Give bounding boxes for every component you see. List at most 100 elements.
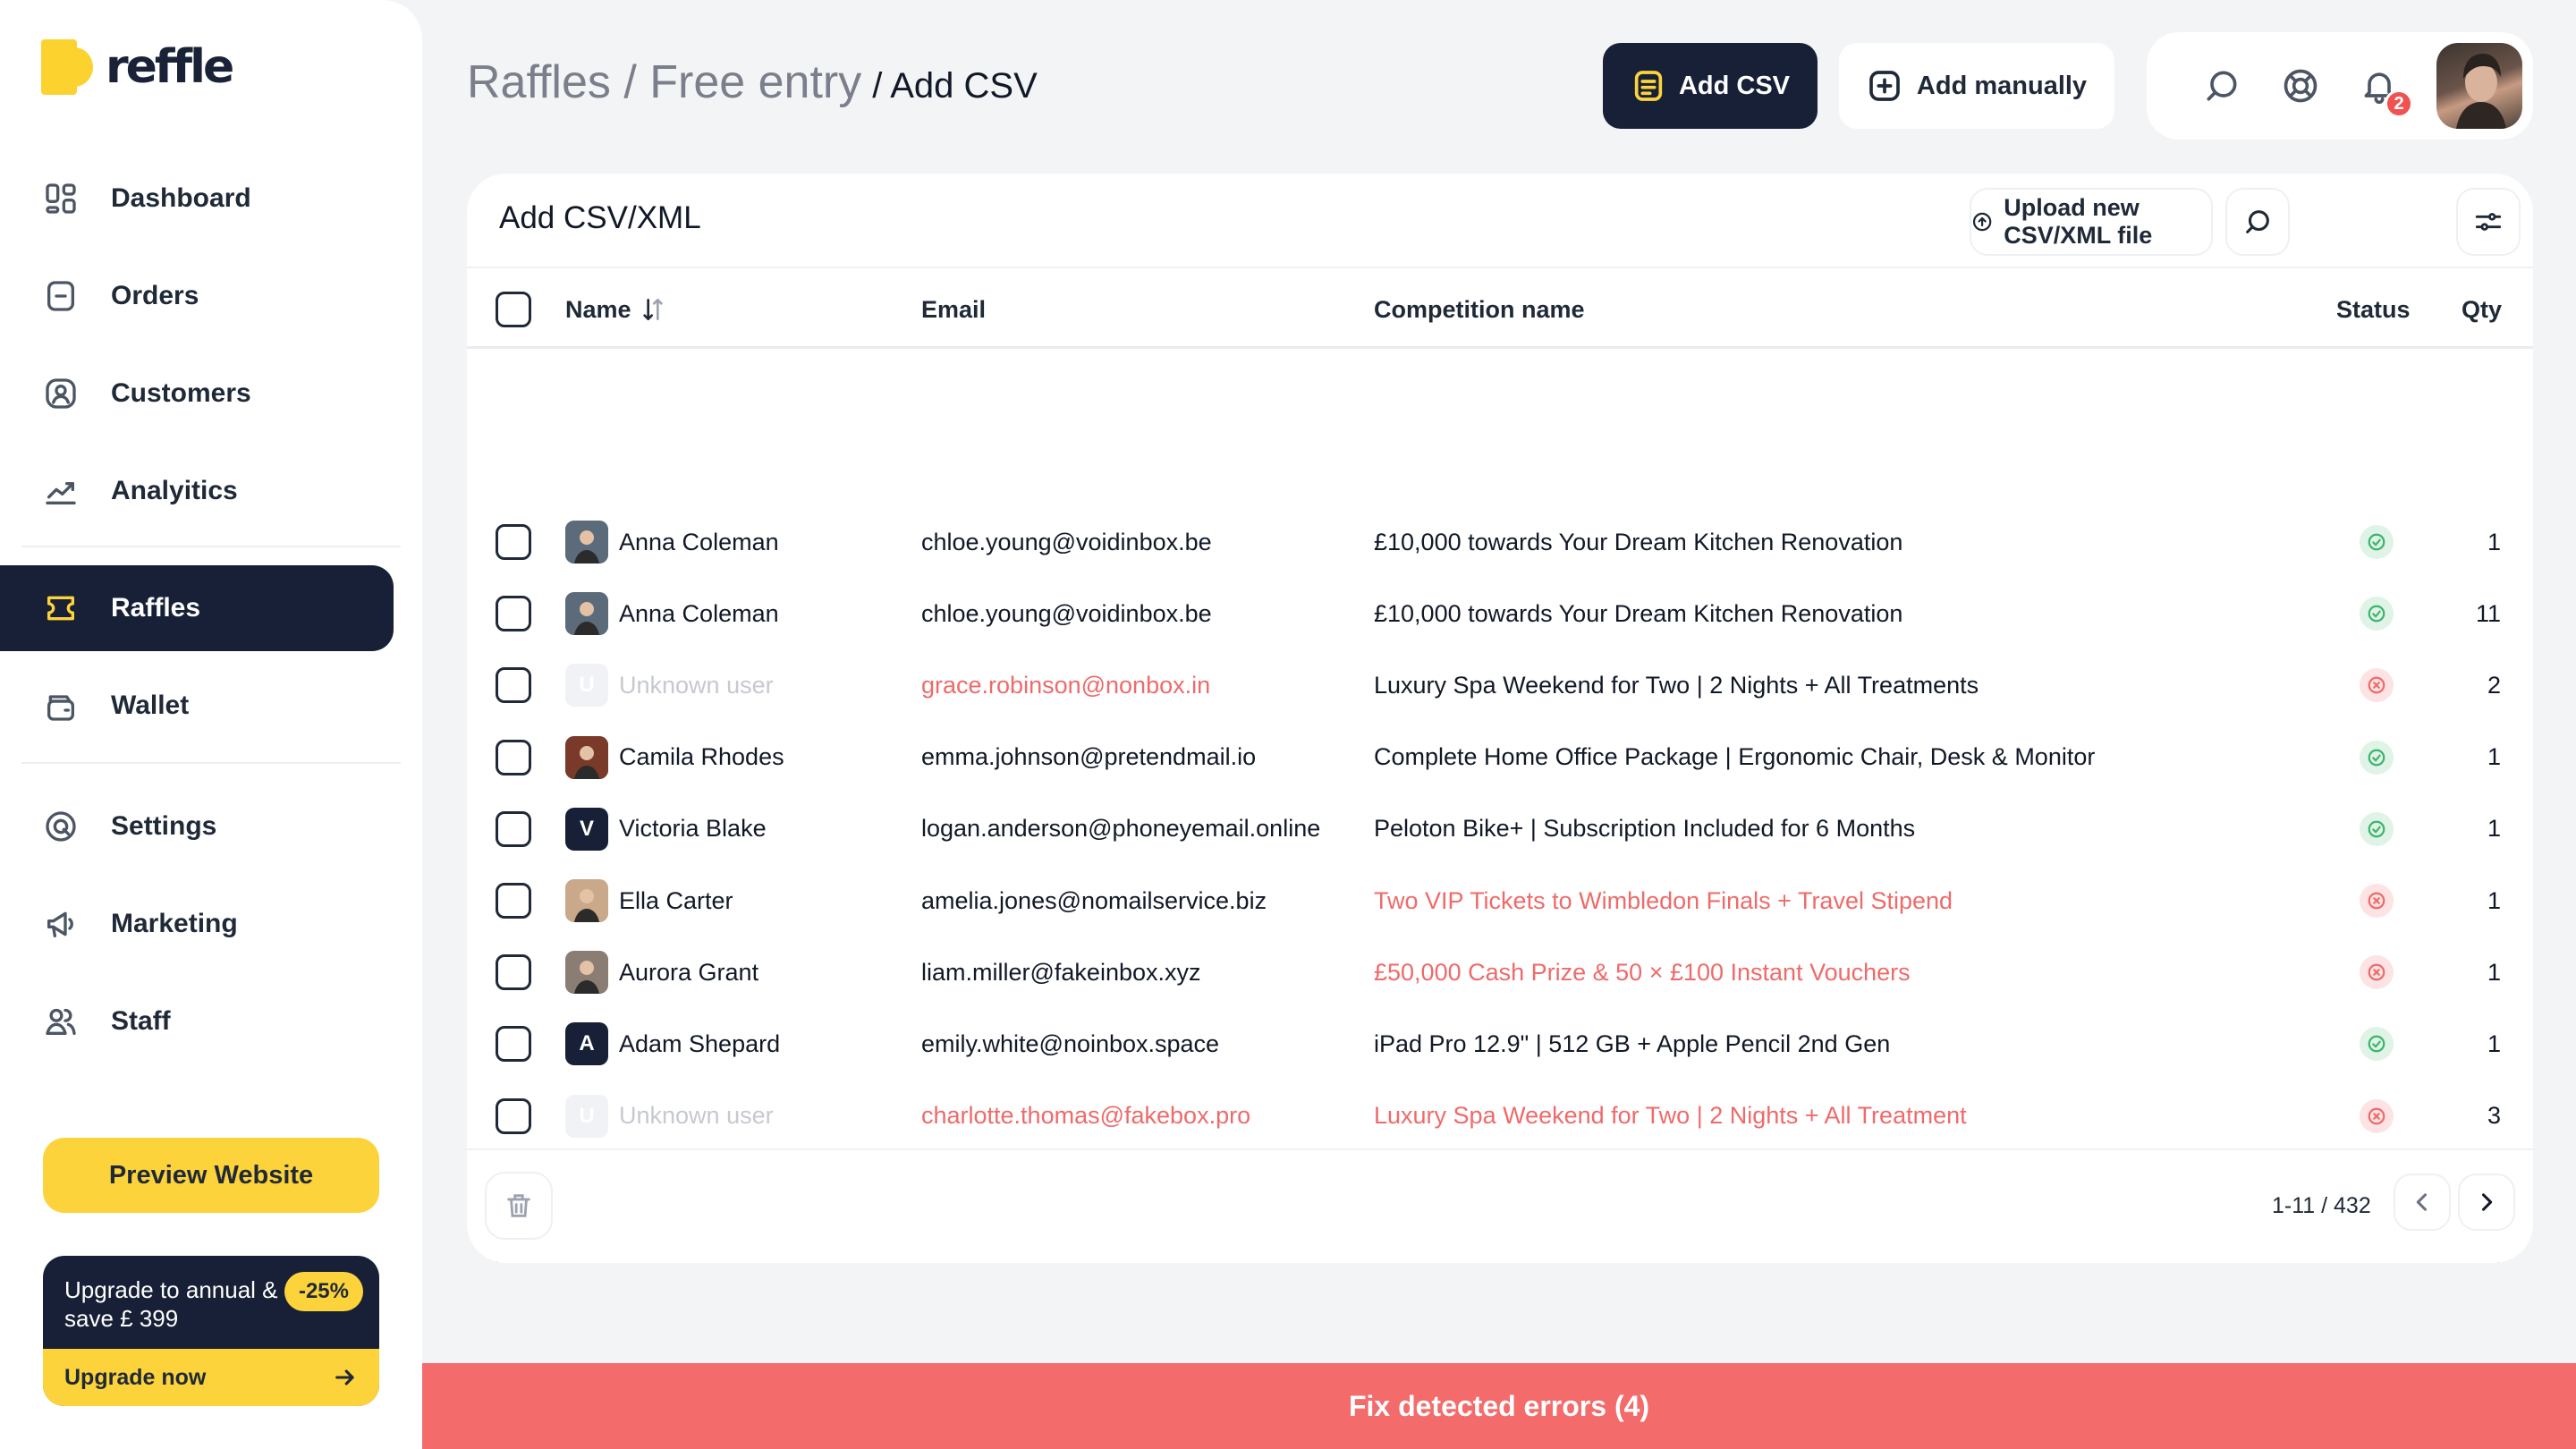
sidebar-item-analyitics[interactable]: Analyitics bbox=[21, 448, 394, 534]
add-csv-button[interactable]: Add CSV bbox=[1603, 43, 1818, 129]
breadcrumb-current: / Add CSV bbox=[872, 66, 1038, 106]
table-row[interactable]: Ella Carter amelia.jones@nomailservice.bi… bbox=[467, 865, 2533, 936]
upload-icon bbox=[1972, 212, 1992, 232]
row-checkbox[interactable] bbox=[496, 506, 531, 578]
row-checkbox[interactable] bbox=[496, 1008, 531, 1080]
table-footer: 1-11 / 432 bbox=[467, 1148, 2533, 1263]
row-checkbox[interactable] bbox=[496, 936, 531, 1008]
raffles-icon bbox=[43, 590, 79, 626]
orders-icon bbox=[43, 278, 79, 314]
sidebar-item-dashboard[interactable]: Dashboard bbox=[21, 156, 394, 242]
sidebar-item-marketing[interactable]: Marketing bbox=[21, 881, 394, 967]
user-avatar[interactable] bbox=[2436, 43, 2522, 129]
sidebar-item-label: Wallet bbox=[111, 691, 190, 720]
customer-name: Ella Carter bbox=[565, 865, 733, 936]
sidebar-item-customers[interactable]: Customers bbox=[21, 351, 394, 436]
table-search-button[interactable] bbox=[2225, 188, 2290, 256]
upgrade-text: Upgrade to annual & save £ 399 bbox=[64, 1276, 278, 1332]
discount-badge: -25% bbox=[284, 1272, 363, 1311]
column-name[interactable]: Name bbox=[565, 268, 667, 351]
upgrade-now-button[interactable]: Upgrade now bbox=[43, 1349, 379, 1406]
customer-email: logan.anderson@phoneyemail.online bbox=[921, 815, 1321, 843]
check-circle-icon bbox=[2368, 533, 2385, 551]
pagination-range: 1-11 / 432 bbox=[2272, 1193, 2371, 1218]
error-circle-icon bbox=[2368, 677, 2385, 694]
customer-name: Anna Coleman bbox=[565, 578, 779, 649]
add-csv-label: Add CSV bbox=[1678, 71, 1791, 100]
table-row[interactable]: A Adam Shepard emily.white@noinbox.space iP… bbox=[467, 1008, 2533, 1080]
breadcrumb: Raffles / Free entry / Add CSV bbox=[467, 55, 1038, 109]
sidebar-item-orders[interactable]: Orders bbox=[21, 253, 394, 339]
avatar bbox=[565, 879, 608, 922]
brand-logo[interactable]: reffle bbox=[41, 39, 234, 95]
sidebar-item-label: Dashboard bbox=[111, 183, 251, 213]
competition-name: £50,000 Cash Prize & 50 × £100 Instant V… bbox=[1374, 958, 1911, 986]
quantity: 1 bbox=[2487, 743, 2501, 771]
add-manually-button[interactable]: Add manually bbox=[1839, 43, 2114, 129]
table-row[interactable]: Aurora Grant liam.miller@fakeinbox.xyz £50… bbox=[467, 936, 2533, 1008]
next-page-button[interactable] bbox=[2458, 1174, 2515, 1231]
error-circle-icon bbox=[2368, 963, 2385, 981]
customer-email: chloe.young@voidinbox.be bbox=[921, 528, 1212, 555]
card-title: Add CSV/XML bbox=[499, 200, 701, 235]
trash-icon bbox=[507, 1194, 530, 1217]
table-row[interactable]: U Unknown user grace.robinson@nonbox.in Lux… bbox=[467, 649, 2533, 721]
previous-page-button[interactable] bbox=[2394, 1174, 2451, 1231]
status-badge bbox=[2360, 1080, 2394, 1152]
status-badge bbox=[2360, 722, 2394, 793]
row-checkbox[interactable] bbox=[496, 722, 531, 793]
sidebar-item-settings[interactable]: Settings bbox=[21, 784, 394, 869]
arrow-right-icon bbox=[335, 1369, 354, 1385]
customer-email: emily.white@noinbox.space bbox=[921, 1030, 1220, 1057]
search-button[interactable] bbox=[2195, 59, 2249, 113]
select-all-checkbox[interactable] bbox=[496, 268, 531, 351]
row-checkbox[interactable] bbox=[496, 1080, 531, 1152]
csv-file-icon bbox=[1634, 71, 1663, 101]
notification-count-badge: 2 bbox=[2385, 89, 2413, 118]
delete-button[interactable] bbox=[485, 1172, 553, 1240]
user-photo-icon bbox=[2456, 54, 2506, 129]
fix-errors-button[interactable]: Fix detected errors (4) bbox=[422, 1363, 2576, 1449]
row-checkbox[interactable] bbox=[496, 578, 531, 649]
customer-email: charlotte.thomas@fakebox.pro bbox=[921, 1102, 1251, 1130]
column-status[interactable]: Status bbox=[2336, 268, 2411, 351]
lifebuoy-icon bbox=[2284, 69, 2318, 103]
notifications-button[interactable]: 2 bbox=[2352, 59, 2413, 118]
sidebar-item-label: Analyitics bbox=[111, 476, 238, 505]
avatar: U bbox=[565, 1094, 608, 1138]
filter-button[interactable] bbox=[2456, 188, 2521, 256]
breadcrumb-parent[interactable]: Raffles / Free entry bbox=[467, 55, 861, 109]
row-checkbox[interactable] bbox=[496, 865, 531, 936]
error-circle-icon bbox=[2368, 892, 2385, 910]
column-qty[interactable]: Qty bbox=[2462, 268, 2502, 351]
logo-mark-icon bbox=[41, 39, 93, 95]
table-row[interactable]: Anna Coleman chloe.young@voidinbox.be £10,… bbox=[467, 578, 2533, 649]
search-icon bbox=[2246, 210, 2269, 233]
chevron-left-icon bbox=[2416, 1193, 2428, 1211]
upload-file-button[interactable]: Upload new CSV/XML file bbox=[1970, 188, 2213, 256]
sidebar-item-raffles[interactable]: Raffles bbox=[0, 565, 394, 651]
sidebar-item-wallet[interactable]: Wallet bbox=[21, 663, 394, 749]
staff-icon bbox=[43, 1004, 79, 1039]
quantity: 11 bbox=[2475, 599, 2501, 627]
competition-name: Two VIP Tickets to Wimbledon Finals + Tr… bbox=[1374, 886, 1953, 914]
row-checkbox[interactable] bbox=[496, 649, 531, 721]
table-row[interactable]: U Unknown user charlotte.thomas@fakebox.pr… bbox=[467, 1080, 2533, 1152]
table-row[interactable]: Anna Coleman chloe.young@voidinbox.be £10,… bbox=[467, 506, 2533, 578]
column-competition[interactable]: Competition name bbox=[1374, 268, 1585, 351]
customer-email: grace.robinson@nonbox.in bbox=[921, 671, 1211, 699]
preview-website-button[interactable]: Preview Website bbox=[43, 1138, 379, 1213]
upload-file-label: Upload new CSV/XML file bbox=[2004, 194, 2153, 249]
filter-sliders-icon bbox=[2475, 213, 2502, 231]
brand-name: reffle bbox=[106, 40, 234, 94]
avatar bbox=[565, 592, 608, 636]
sidebar-item-label: Staff bbox=[111, 1006, 171, 1036]
column-email[interactable]: Email bbox=[921, 268, 986, 351]
header-tools: 2 bbox=[2147, 32, 2533, 140]
sidebar-item-staff[interactable]: Staff bbox=[21, 979, 394, 1064]
table-row[interactable]: Camila Rhodes emma.johnson@pretendmail.io… bbox=[467, 722, 2533, 793]
customer-email: liam.miller@fakeinbox.xyz bbox=[921, 958, 1201, 986]
help-button[interactable] bbox=[2274, 59, 2327, 113]
table-row[interactable]: V Victoria Blake logan.anderson@phoneyemai… bbox=[467, 793, 2533, 865]
row-checkbox[interactable] bbox=[496, 793, 531, 865]
